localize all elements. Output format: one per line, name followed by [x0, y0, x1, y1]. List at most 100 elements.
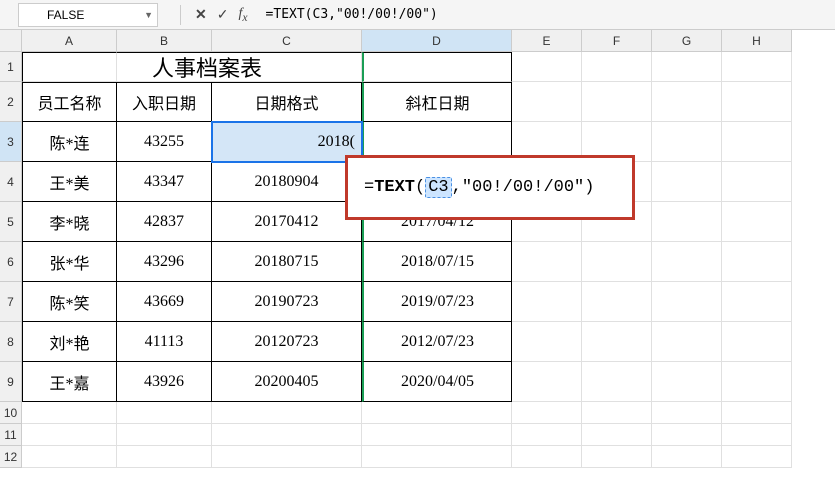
header-cell[interactable]: 日期格式 [212, 82, 362, 122]
cell[interactable]: 20180904 [212, 162, 362, 202]
cell[interactable] [512, 242, 582, 282]
cell[interactable] [582, 362, 652, 402]
cell[interactable]: 陈*连 [22, 122, 117, 162]
cell[interactable] [582, 52, 652, 82]
row-header[interactable]: 8 [0, 322, 22, 362]
fx-icon[interactable]: fx [238, 6, 247, 24]
cell[interactable] [22, 446, 117, 468]
cell[interactable] [722, 322, 792, 362]
cell[interactable] [212, 446, 362, 468]
cell[interactable] [652, 202, 722, 242]
cell[interactable] [362, 402, 512, 424]
cell[interactable]: 43669 [117, 282, 212, 322]
row-header[interactable]: 10 [0, 402, 22, 424]
cell[interactable] [512, 446, 582, 468]
cell[interactable] [652, 162, 722, 202]
cell[interactable]: 刘*艳 [22, 322, 117, 362]
row-header[interactable]: 12 [0, 446, 22, 468]
cell[interactable] [722, 202, 792, 242]
col-header-c[interactable]: C [212, 30, 362, 52]
cell[interactable] [722, 242, 792, 282]
cell[interactable] [652, 282, 722, 322]
cell[interactable] [582, 424, 652, 446]
cell[interactable] [117, 446, 212, 468]
cancel-icon[interactable]: ✕ [195, 6, 207, 23]
cell[interactable]: 2019/07/23 [362, 282, 512, 322]
cell[interactable] [212, 402, 362, 424]
cell[interactable] [722, 122, 792, 162]
cell[interactable] [582, 402, 652, 424]
row-header[interactable]: 5 [0, 202, 22, 242]
cell[interactable] [512, 424, 582, 446]
cell[interactable] [362, 446, 512, 468]
cell[interactable] [582, 322, 652, 362]
cell[interactable]: 陈*笑 [22, 282, 117, 322]
cell[interactable]: 42837 [117, 202, 212, 242]
cell[interactable] [117, 424, 212, 446]
cell[interactable]: 20190723 [212, 282, 362, 322]
cell[interactable] [722, 162, 792, 202]
cell[interactable] [722, 424, 792, 446]
select-all-corner[interactable] [0, 30, 22, 52]
cell[interactable] [652, 122, 722, 162]
cell[interactable]: 2018/07/15 [362, 242, 512, 282]
cell[interactable]: 2012/07/23 [362, 322, 512, 362]
cell[interactable] [117, 402, 212, 424]
confirm-icon[interactable]: ✓ [217, 6, 229, 23]
cell[interactable]: 王*嘉 [22, 362, 117, 402]
row-header[interactable]: 11 [0, 424, 22, 446]
name-box[interactable]: FALSE ▼ [18, 3, 158, 27]
referenced-cell[interactable]: 2018( [212, 122, 362, 162]
cell[interactable] [652, 362, 722, 402]
row-header[interactable]: 9 [0, 362, 22, 402]
col-header-a[interactable]: A [22, 30, 117, 52]
cell[interactable] [512, 82, 582, 122]
row-header[interactable]: 2 [0, 82, 22, 122]
cell[interactable]: 43296 [117, 242, 212, 282]
cell[interactable] [722, 446, 792, 468]
col-header-e[interactable]: E [512, 30, 582, 52]
cell[interactable] [582, 282, 652, 322]
chevron-down-icon[interactable]: ▼ [144, 10, 153, 20]
cell[interactable] [652, 242, 722, 282]
cell[interactable] [512, 322, 582, 362]
row-header[interactable]: 3 [0, 122, 22, 162]
cell[interactable] [362, 424, 512, 446]
cell[interactable] [652, 402, 722, 424]
header-cell[interactable]: 斜杠日期 [362, 82, 512, 122]
col-header-h[interactable]: H [722, 30, 792, 52]
page-title[interactable]: 人事档案表 [212, 52, 362, 82]
cell[interactable]: 41113 [117, 322, 212, 362]
cell[interactable]: 张*华 [22, 242, 117, 282]
cell[interactable]: 43926 [117, 362, 212, 402]
cell[interactable] [362, 52, 512, 82]
cell[interactable] [22, 402, 117, 424]
row-header[interactable]: 7 [0, 282, 22, 322]
formula-input[interactable] [258, 3, 835, 27]
cell[interactable] [512, 402, 582, 424]
cell[interactable]: 43347 [117, 162, 212, 202]
cell[interactable] [652, 82, 722, 122]
row-header[interactable]: 1 [0, 52, 22, 82]
cell[interactable]: 2020/04/05 [362, 362, 512, 402]
cell[interactable] [722, 82, 792, 122]
cell[interactable]: 20170412 [212, 202, 362, 242]
header-cell[interactable]: 入职日期 [117, 82, 212, 122]
cell[interactable] [652, 446, 722, 468]
cell[interactable] [722, 402, 792, 424]
cell[interactable]: 43255 [117, 122, 212, 162]
cell[interactable] [512, 362, 582, 402]
row-header[interactable]: 4 [0, 162, 22, 202]
cell[interactable] [582, 242, 652, 282]
cell[interactable]: 20180715 [212, 242, 362, 282]
cell[interactable] [512, 282, 582, 322]
cell[interactable] [22, 52, 117, 82]
cell[interactable]: 20200405 [212, 362, 362, 402]
col-header-g[interactable]: G [652, 30, 722, 52]
cell[interactable] [22, 424, 117, 446]
cell[interactable]: 李*晓 [22, 202, 117, 242]
cell[interactable] [512, 52, 582, 82]
row-header[interactable]: 6 [0, 242, 22, 282]
cell[interactable]: 20120723 [212, 322, 362, 362]
col-header-d[interactable]: D [362, 30, 512, 52]
